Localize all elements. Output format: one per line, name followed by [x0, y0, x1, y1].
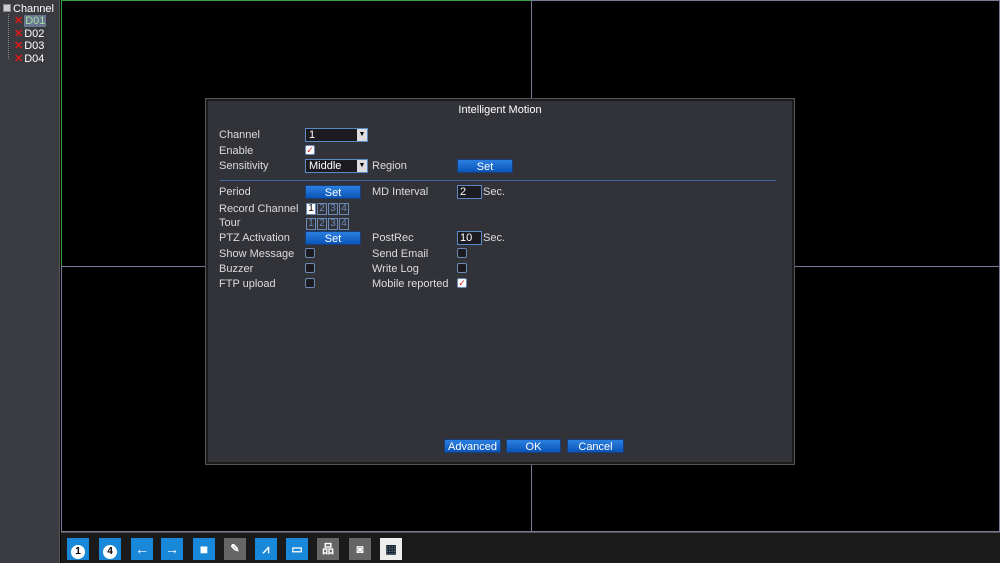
intelligent-motion-dialog: Intelligent Motion Channel 1 ▼ Enable ✓ S… [206, 99, 794, 464]
period-label: Period [219, 186, 251, 198]
sensitivity-label: Sensitivity [219, 160, 269, 172]
hdd-icon[interactable]: ◙ [349, 538, 371, 560]
ok-button[interactable]: OK [506, 439, 561, 453]
tour-selector: 1234 [306, 217, 350, 230]
postrec-label: PostRec [372, 232, 414, 244]
write-log-checkbox[interactable] [457, 263, 467, 273]
send-email-checkbox[interactable] [457, 248, 467, 258]
md-interval-input[interactable]: 2 [457, 185, 482, 199]
channel-value: 1 [309, 129, 316, 141]
quad-view-label: 4 [103, 545, 117, 559]
ptz-set-button[interactable]: Set [305, 231, 361, 245]
record-channel-selector: 1234 [306, 202, 350, 215]
tour-label: Tour [219, 217, 241, 229]
ftp-upload-checkbox[interactable] [305, 278, 315, 288]
ptz-camera-icon[interactable]: ✎ [224, 538, 246, 560]
tour-4[interactable]: 4 [339, 218, 349, 230]
previous-icon[interactable]: ← [131, 538, 153, 560]
tour-3[interactable]: 3 [328, 218, 338, 230]
sec-label: Sec. [483, 186, 506, 198]
fullscreen-icon[interactable]: ■ [193, 538, 215, 560]
chevron-down-icon: ▼ [357, 160, 367, 172]
tour-2[interactable]: 2 [317, 218, 327, 230]
chevron-down-icon: ▼ [357, 129, 367, 141]
record-channel-3[interactable]: 3 [328, 203, 338, 215]
channel-label: D01 [24, 15, 47, 27]
buzzer-label: Buzzer [219, 263, 254, 275]
quad-view-icon[interactable]: 4 [99, 538, 121, 560]
chart-icon[interactable]: ⩘ [255, 538, 277, 560]
record-channel-4[interactable]: 4 [339, 203, 349, 215]
bottom-toolbar: 1 4 ← → ■ ✎ ⩘ ▭ 品 ◙ ▦ [61, 532, 1000, 563]
collapse-icon[interactable] [3, 4, 11, 12]
channel-label: D04 [24, 53, 45, 65]
channel-tree-root[interactable]: Channel [3, 3, 54, 15]
md-interval-label: MD Interval [372, 186, 429, 198]
record-channel-2[interactable]: 2 [317, 203, 327, 215]
network-icon[interactable]: 品 [317, 538, 339, 560]
advanced-button[interactable]: Advanced [444, 439, 501, 453]
disconnected-icon: ✕ [14, 28, 24, 40]
tour-1[interactable]: 1 [306, 218, 316, 230]
channel-item-d01[interactable]: ✕ D01 [14, 15, 47, 27]
disconnected-icon: ✕ [14, 40, 24, 52]
enable-checkbox[interactable]: ✓ [305, 145, 315, 155]
channel-label: D03 [24, 40, 45, 52]
channel-item-d04[interactable]: ✕D04 [14, 53, 44, 65]
channel-item-d03[interactable]: ✕D03 [14, 40, 44, 52]
show-message-checkbox[interactable] [305, 248, 315, 258]
record-channel-1[interactable]: 1 [306, 203, 316, 215]
single-view-label: 1 [71, 545, 85, 559]
record-channel-label: Record Channel [219, 203, 299, 215]
mobile-reported-label: Mobile reported [372, 278, 449, 290]
period-set-button[interactable]: Set [305, 185, 361, 199]
send-email-label: Send Email [372, 248, 429, 260]
mobile-reported-checkbox[interactable]: ✓ [457, 278, 467, 288]
single-view-icon[interactable]: 1 [67, 538, 89, 560]
disconnected-icon: ✕ [14, 53, 24, 65]
sensitivity-value: Middle [309, 160, 342, 172]
channel-select[interactable]: 1 ▼ [305, 128, 368, 142]
show-message-label: Show Message [219, 248, 295, 260]
buzzer-checkbox[interactable] [305, 263, 315, 273]
write-log-label: Write Log [372, 263, 419, 275]
ftp-upload-label: FTP upload [219, 278, 276, 290]
sec-label: Sec. [483, 232, 506, 244]
sensitivity-select[interactable]: Middle ▼ [305, 159, 368, 173]
channel-item-d02[interactable]: ✕D02 [14, 28, 44, 40]
divider [220, 180, 776, 181]
cancel-button[interactable]: Cancel [567, 439, 624, 453]
enable-label: Enable [219, 145, 254, 157]
qr-code-icon[interactable]: ▦ [380, 538, 402, 560]
channel-sidebar: Channel ✕ D01 ✕D02 ✕D03 ✕D04 [0, 0, 60, 563]
region-set-button[interactable]: Set [457, 159, 513, 173]
tree-title: Channel [13, 3, 54, 15]
channel-label: D02 [24, 28, 45, 40]
ptz-label: PTZ Activation [219, 232, 290, 244]
region-label: Region [372, 160, 407, 172]
channel-label: Channel [219, 129, 260, 141]
disconnected-icon: ✕ [14, 15, 24, 27]
dialog-title: Intelligent Motion [458, 104, 542, 116]
postrec-input[interactable]: 10 [457, 231, 482, 245]
tree-line [8, 14, 9, 59]
next-icon[interactable]: → [161, 538, 183, 560]
monitor-icon[interactable]: ▭ [286, 538, 308, 560]
